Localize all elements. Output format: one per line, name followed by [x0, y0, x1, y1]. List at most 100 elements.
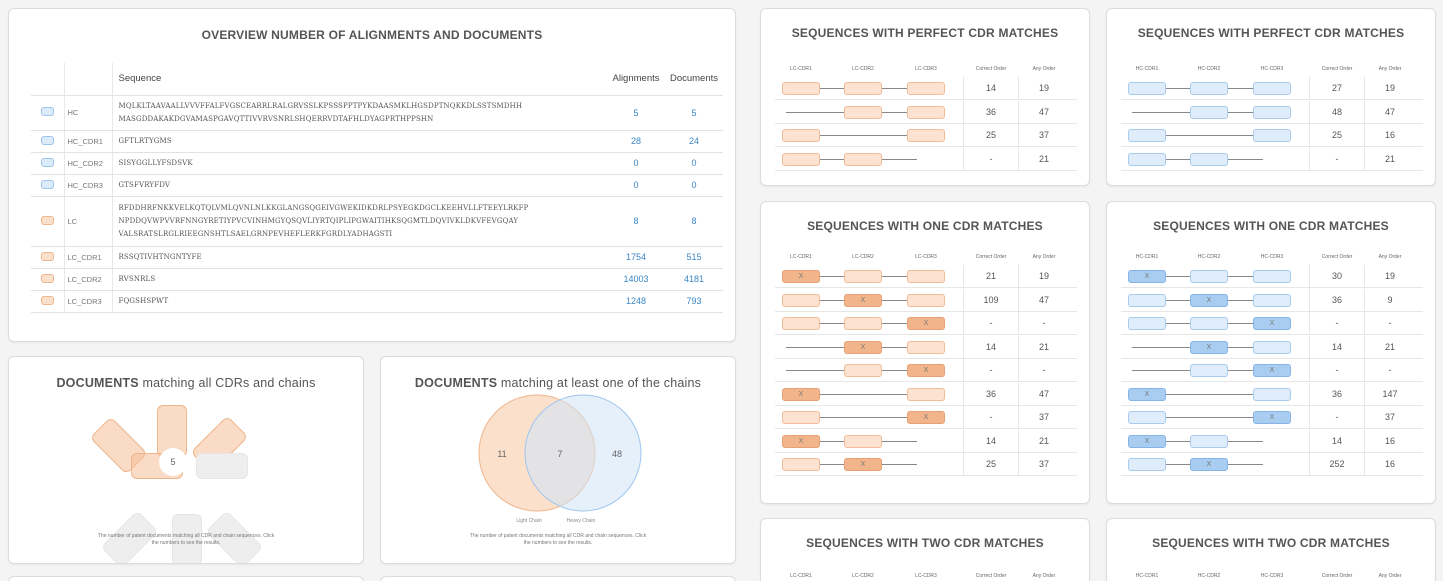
alignments-count-link[interactable]: 1754: [607, 246, 665, 269]
any-order-count[interactable]: -: [1019, 312, 1069, 335]
match-row[interactable]: X 21 19: [775, 265, 1077, 288]
match-row[interactable]: X 14 21: [775, 429, 1077, 453]
match-row[interactable]: X --: [1121, 312, 1423, 335]
alignments-count-link[interactable]: 14003: [607, 268, 665, 291]
correct-order-count[interactable]: -: [966, 312, 1016, 335]
any-order-count[interactable]: 47: [1365, 101, 1415, 124]
correct-order-count[interactable]: 14: [966, 430, 1016, 453]
correct-order-count[interactable]: 25: [966, 453, 1016, 476]
match-row[interactable]: 27 19: [1121, 77, 1423, 100]
any-order-count[interactable]: 21: [1365, 336, 1415, 359]
any-order-count[interactable]: 147: [1365, 383, 1415, 406]
correct-order-count[interactable]: -: [1312, 359, 1362, 382]
alignments-count-link[interactable]: 0: [607, 152, 665, 175]
any-order-count[interactable]: 47: [1019, 383, 1069, 406]
correct-order-count[interactable]: -: [1312, 406, 1362, 429]
correct-order-count[interactable]: 25: [966, 124, 1016, 147]
documents-count-link[interactable]: 0: [665, 174, 723, 197]
match-row[interactable]: X --: [775, 312, 1077, 335]
correct-order-count[interactable]: -: [966, 406, 1016, 429]
correct-order-count[interactable]: 36: [966, 101, 1016, 124]
overview-bottom-card-right: [380, 576, 736, 581]
any-order-count[interactable]: 19: [1365, 265, 1415, 288]
match-row[interactable]: -21: [775, 147, 1077, 171]
any-order-count[interactable]: 47: [1019, 101, 1069, 124]
match-row[interactable]: X -37: [1121, 406, 1423, 429]
match-row[interactable]: X --: [775, 359, 1077, 382]
any-order-count[interactable]: 16: [1365, 453, 1415, 476]
match-row[interactable]: X 36 47: [775, 382, 1077, 406]
correct-order-count[interactable]: -: [1312, 312, 1362, 335]
any-order-count[interactable]: 37: [1019, 124, 1069, 147]
match-row[interactable]: 48 47: [1121, 100, 1423, 124]
match-row[interactable]: X 25 37: [775, 453, 1077, 476]
correct-order-count[interactable]: 25: [1312, 124, 1362, 147]
documents-count-link[interactable]: 0: [665, 152, 723, 175]
any-order-count[interactable]: 16: [1365, 430, 1415, 453]
match-row[interactable]: X 14 16: [1121, 429, 1423, 453]
match-row[interactable]: X 36 147: [1121, 382, 1423, 406]
match-row[interactable]: 25 16: [1121, 124, 1423, 147]
any-order-count[interactable]: 37: [1365, 406, 1415, 429]
any-order-count[interactable]: 37: [1019, 406, 1069, 429]
documents-count-link[interactable]: 5: [665, 95, 723, 131]
correct-order-count[interactable]: 36: [1312, 383, 1362, 406]
documents-count-link[interactable]: 793: [665, 290, 723, 313]
correct-order-count[interactable]: 109: [966, 289, 1016, 312]
match-row[interactable]: X 36 9: [1121, 288, 1423, 312]
mismatch-mark: X: [1269, 320, 1275, 327]
documents-count-link[interactable]: 24: [665, 130, 723, 153]
any-order-count[interactable]: 37: [1019, 453, 1069, 476]
any-order-count[interactable]: 47: [1019, 289, 1069, 312]
any-order-count[interactable]: 16: [1365, 124, 1415, 147]
correct-order-count[interactable]: 36: [1312, 289, 1362, 312]
column-divider: [1309, 124, 1310, 147]
any-order-count[interactable]: -: [1365, 312, 1415, 335]
any-order-count[interactable]: 21: [1019, 336, 1069, 359]
alignments-count-link[interactable]: 5: [607, 95, 665, 131]
any-order-count[interactable]: 21: [1019, 148, 1069, 171]
any-order-count[interactable]: 19: [1019, 265, 1069, 288]
match-row[interactable]: -21: [1121, 147, 1423, 171]
correct-order-count[interactable]: 14: [966, 336, 1016, 359]
match-row[interactable]: X 252 16: [1121, 453, 1423, 476]
alignments-count-link[interactable]: 0: [607, 174, 665, 197]
alignments-count-link[interactable]: 8: [607, 196, 665, 247]
correct-order-count[interactable]: -: [1312, 148, 1362, 171]
any-order-count[interactable]: 19: [1365, 77, 1415, 100]
correct-order-count[interactable]: 36: [966, 383, 1016, 406]
match-row[interactable]: X 109 47: [775, 288, 1077, 312]
documents-count-link[interactable]: 8: [665, 196, 723, 247]
alignments-count-link[interactable]: 1248: [607, 290, 665, 313]
any-order-count[interactable]: 21: [1365, 148, 1415, 171]
match-row[interactable]: 14 19: [775, 77, 1077, 100]
correct-order-count[interactable]: 27: [1312, 77, 1362, 100]
any-order-count[interactable]: 9: [1365, 289, 1415, 312]
any-order-count[interactable]: -: [1019, 359, 1069, 382]
correct-order-count[interactable]: -: [966, 359, 1016, 382]
correct-order-count[interactable]: 252: [1312, 453, 1362, 476]
flower-center-count[interactable]: 5: [159, 448, 187, 476]
correct-order-count[interactable]: 21: [966, 265, 1016, 288]
match-row[interactable]: 25 37: [775, 124, 1077, 147]
any-order-count[interactable]: 21: [1019, 430, 1069, 453]
match-row[interactable]: X 30 19: [1121, 265, 1423, 288]
correct-order-count[interactable]: 14: [1312, 430, 1362, 453]
correct-order-count[interactable]: 30: [1312, 265, 1362, 288]
mismatch-mark: X: [798, 273, 804, 280]
any-order-count[interactable]: 19: [1019, 77, 1069, 100]
correct-order-count[interactable]: 14: [966, 77, 1016, 100]
match-row[interactable]: 36 47: [775, 100, 1077, 124]
correct-order-count[interactable]: -: [966, 148, 1016, 171]
match-row[interactable]: X 14 21: [1121, 335, 1423, 359]
documents-count-link[interactable]: 515: [665, 246, 723, 269]
mismatch-mark: X: [1206, 461, 1212, 468]
match-row[interactable]: X -37: [775, 406, 1077, 429]
match-row[interactable]: X --: [1121, 359, 1423, 382]
correct-order-count[interactable]: 48: [1312, 101, 1362, 124]
match-row[interactable]: X 14 21: [775, 335, 1077, 359]
any-order-count[interactable]: -: [1365, 359, 1415, 382]
correct-order-count[interactable]: 14: [1312, 336, 1362, 359]
documents-count-link[interactable]: 4181: [665, 268, 723, 291]
alignments-count-link[interactable]: 28: [607, 130, 665, 153]
